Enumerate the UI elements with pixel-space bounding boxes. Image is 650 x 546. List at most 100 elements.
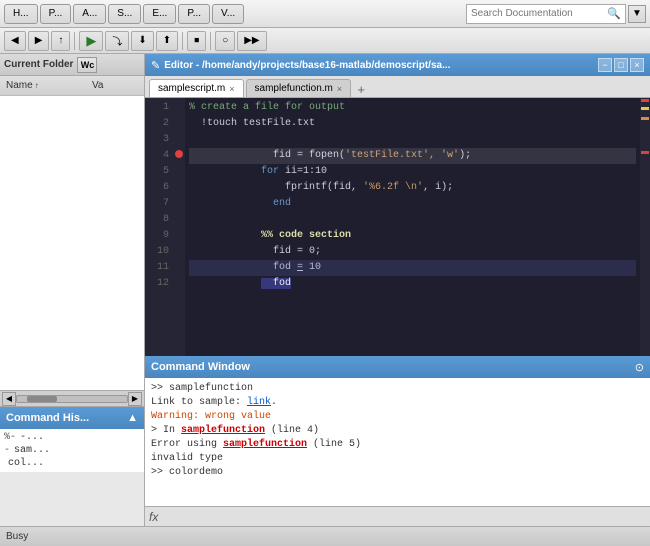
editor-titlebar: ✎ Editor - /home/andy/projects/base16-ma… <box>145 54 650 76</box>
file-col-val[interactable]: Va <box>92 80 104 91</box>
play-button[interactable]: ▶ <box>79 31 103 51</box>
cmd-prompt-1: >> samplefunction <box>151 383 253 394</box>
fx-label: fx <box>149 510 158 524</box>
second-toolbar: ◀ ▶ ↑ ▶ ⤵ ⬇ ⬆ ⏹ ○ ▶▶ <box>0 28 650 54</box>
bp-5 <box>173 162 185 178</box>
toolbar-separator <box>74 32 75 50</box>
bp-2 <box>173 114 185 130</box>
cmd-window-title: Command Window <box>151 361 250 373</box>
step-in-button[interactable]: ⬇ <box>131 31 153 51</box>
editor-title: Editor - /home/andy/projects/base16-matl… <box>164 60 598 71</box>
bp-7 <box>173 194 185 210</box>
run-section-button[interactable]: ▶▶ <box>237 31 266 51</box>
tab-samplescript-close[interactable]: × <box>229 84 234 94</box>
bp-1 <box>173 98 185 114</box>
line-num-3: 3 <box>145 132 173 148</box>
cmd-warning: Warning: wrong value <box>151 411 271 422</box>
code-line-4: for ii=1:10 <box>189 148 636 164</box>
bp-3 <box>173 130 185 146</box>
cmd-dash-1: %- <box>4 432 16 443</box>
bar-mark-yellow <box>641 107 649 110</box>
scroll-thumb <box>27 396 57 402</box>
toolbar-separator2 <box>182 32 183 50</box>
bp-12 <box>173 274 185 290</box>
cmd-history-item-2: - sam... <box>4 444 140 457</box>
command-history-panel: Command His... ▲ %- -... - sam... col... <box>0 406 144 526</box>
left-panel: Current Folder Wc Name ↑ Va ◀ ▶ Command … <box>0 54 145 526</box>
breakpoint-column <box>173 98 185 356</box>
cmd-text-1[interactable]: -... <box>20 432 44 443</box>
tab-shortcuts[interactable]: S... <box>108 4 141 24</box>
scroll-right-arrow[interactable]: ▶ <box>128 392 142 406</box>
forward-button[interactable]: ▶ <box>28 31 50 51</box>
editor-close-btn[interactable]: × <box>630 58 644 72</box>
tab-samplefunction-close[interactable]: × <box>337 84 342 94</box>
cmd-content[interactable]: >> samplefunction Link to sample: link. … <box>145 378 650 506</box>
file-list <box>0 96 144 390</box>
search-input[interactable] <box>471 8 607 19</box>
bp-10 <box>173 242 185 258</box>
editor-content: 1 2 3 4 5 6 7 8 9 10 11 12 <box>145 98 650 356</box>
cmd-bottom-bar: fx <box>145 506 650 526</box>
cmd-history-expand-btn[interactable]: ▲ <box>127 412 138 424</box>
code-line-12 <box>189 276 636 292</box>
breakpoint-button[interactable]: ○ <box>215 31 235 51</box>
code-line-11: fod <box>189 260 636 276</box>
command-window: Command Window ⊙ >> samplefunction Link … <box>145 356 650 526</box>
tab-apps[interactable]: A... <box>73 4 106 24</box>
tab-add-button[interactable]: + <box>353 81 369 97</box>
tab-plots[interactable]: P... <box>40 4 72 24</box>
cmd-text-2[interactable]: sam... <box>14 445 50 456</box>
step-out-button[interactable]: ⬆ <box>156 31 178 51</box>
editor-minimize-btn[interactable]: − <box>598 58 612 72</box>
step-button[interactable]: ⤵ <box>105 31 129 51</box>
back-button[interactable]: ◀ <box>4 31 26 51</box>
name-col-label: Name <box>6 80 33 91</box>
stop-button[interactable]: ⏹ <box>187 31 206 51</box>
file-col-name[interactable]: Name ↑ <box>2 80 92 91</box>
up-button[interactable]: ↑ <box>51 31 70 51</box>
code-text-1: % create a file for output <box>189 102 345 113</box>
filter-button[interactable]: ▼ <box>628 5 646 23</box>
code-area[interactable]: % create a file for output !touch testFi… <box>185 98 640 356</box>
bp-dot-4 <box>175 150 183 158</box>
editor-maximize-btn[interactable]: □ <box>614 58 628 72</box>
cmd-in-prefix: > In <box>151 425 181 436</box>
tab-view[interactable]: V... <box>212 4 244 24</box>
tab-editor[interactable]: E... <box>143 4 176 24</box>
line-numbers: 1 2 3 4 5 6 7 8 9 10 11 12 <box>145 98 173 356</box>
editor-icon: ✎ <box>151 59 160 72</box>
cmd-dash-2: - <box>4 445 10 456</box>
line-num-4: 4 <box>145 148 173 164</box>
cmd-link[interactable]: link <box>247 397 271 408</box>
editor-tabs: samplescript.m × samplefunction.m × + <box>145 76 650 98</box>
editor-tab-samplefunction[interactable]: samplefunction.m × <box>246 79 352 97</box>
cmd-in-suffix: (line 4) <box>265 425 319 436</box>
code-text-2: !touch testFile.txt <box>189 118 315 129</box>
tab-publish[interactable]: P... <box>178 4 210 24</box>
search-icon[interactable]: 🔍 <box>607 7 621 20</box>
cmd-history-list: %- -... - sam... col... <box>0 429 144 472</box>
editor-title-buttons: − □ × <box>598 58 644 72</box>
scroll-track[interactable] <box>16 395 128 403</box>
cmd-prompt-2: >> colordemo <box>151 467 223 478</box>
line-num-5: 5 <box>145 164 173 180</box>
cmd-line-1: >> samplefunction <box>151 382 644 396</box>
cmd-samplefunction-link[interactable]: samplefunction <box>181 425 265 436</box>
main-layout: Current Folder Wc Name ↑ Va ◀ ▶ Command … <box>0 54 650 526</box>
code-line-5: fprintf(fid, '%6.2f \n', i); <box>189 164 636 180</box>
cmd-text-3[interactable]: col... <box>8 458 44 469</box>
code-line-1: % create a file for output <box>189 100 636 116</box>
line-num-7: 7 <box>145 196 173 212</box>
scroll-left-arrow[interactable]: ◀ <box>2 392 16 406</box>
tab-home[interactable]: H... <box>4 4 38 24</box>
sort-icon: ↑ <box>35 81 39 90</box>
code-line-7 <box>189 196 636 212</box>
cmd-error-suffix: (line 5) <box>307 439 361 450</box>
editor-tab-samplescript[interactable]: samplescript.m × <box>149 79 244 97</box>
bp-4[interactable] <box>173 146 185 162</box>
cmd-line-6: invalid type <box>151 452 644 466</box>
current-folder-btn[interactable]: Wc <box>77 57 97 73</box>
cmd-window-expand-btn[interactable]: ⊙ <box>635 361 644 374</box>
cmd-error-func[interactable]: samplefunction <box>223 439 307 450</box>
